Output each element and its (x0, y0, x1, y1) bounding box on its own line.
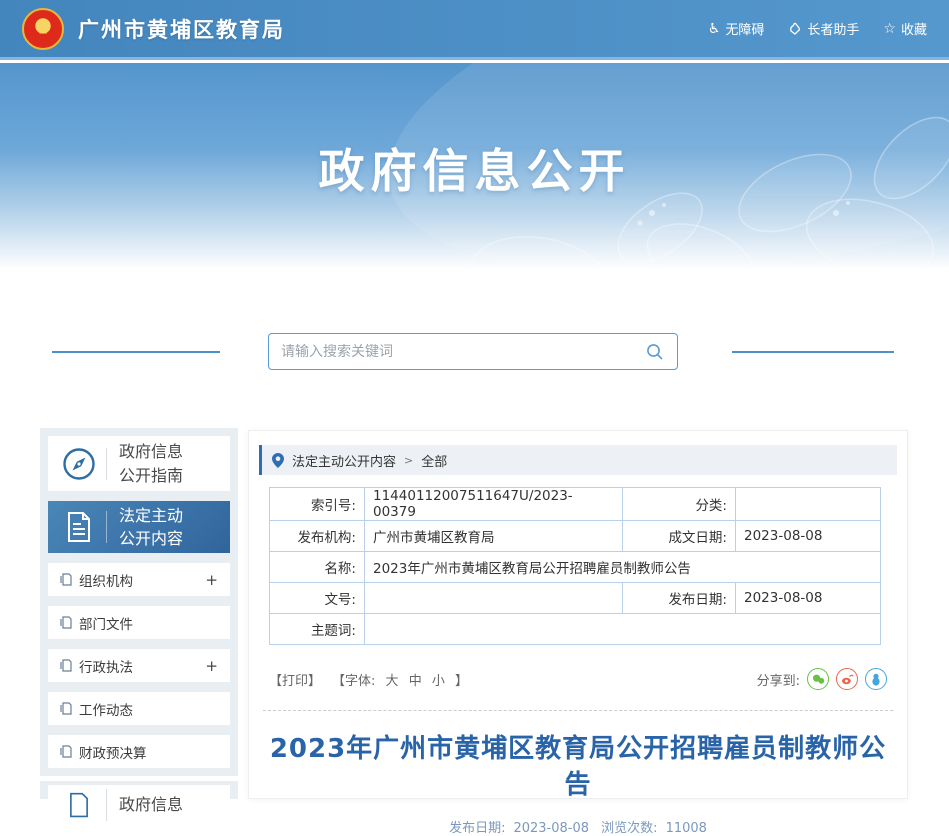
page-banner: 政府信息公开 (0, 63, 949, 270)
magnifier-icon[interactable] (645, 342, 665, 362)
sidebar-item-partial-label: 政府信息 (119, 795, 184, 815)
search-decoration-line-right (732, 351, 894, 353)
keywords-value (364, 613, 881, 645)
doc-name-value: 2023年广州市黄埔区教育局公开招聘雇员制教师公告 (364, 551, 881, 583)
search-bar (268, 333, 678, 370)
favorite-link[interactable]: ☆ 收藏 (883, 19, 927, 39)
favorite-label: 收藏 (900, 23, 927, 38)
publisher-label: 发布机构: (269, 520, 365, 552)
search-decoration-line-left (52, 351, 220, 353)
star-icon: ☆ (883, 20, 896, 37)
doc-number-label: 文号: (269, 582, 365, 614)
print-button[interactable]: 【打印】 (269, 670, 321, 689)
written-date-label: 成文日期: (622, 520, 736, 552)
article-views-label: 浏览次数: (601, 820, 658, 836)
font-label: 【字体: (332, 673, 376, 689)
helping-hand-icon (788, 22, 802, 36)
sidebar-item-label: 财政预决算 (79, 745, 147, 762)
doc-name-label: 名称: (269, 551, 365, 583)
article-publish-date: 2023-08-08 (513, 820, 590, 836)
sidebar-item-partial[interactable]: 政府信息 (48, 785, 230, 825)
font-label-close: 】 (455, 673, 469, 689)
site-title: 广州市黄埔区教育局 (78, 17, 285, 42)
article-publish-date-label: 发布日期: (449, 820, 506, 836)
sidebar-item-law-enforcement[interactable]: 行政执法 + (48, 649, 230, 682)
header-nav: ♿ 无障碍 长者助手 ☆ 收藏 (707, 19, 927, 39)
content-card: 法定主动公开内容 > 全部 索引号: 11440112007511647U/20… (248, 430, 908, 836)
sidebar-item-label: 行政执法 (79, 659, 133, 676)
dashed-divider (263, 710, 893, 711)
index-number-value: 11440112007511647U/2023-00379 (364, 487, 623, 521)
sidebar-item-label: 工作动态 (79, 702, 133, 719)
page-icon (60, 702, 72, 715)
publish-date-value: 2023-08-08 (735, 582, 881, 614)
table-row: 主题词: (269, 613, 881, 645)
index-number-label: 索引号: (269, 487, 365, 521)
page-icon (60, 745, 72, 758)
elder-helper-label: 长者助手 (807, 23, 860, 38)
wheelchair-icon: ♿ (707, 20, 721, 37)
page-title: 政府信息公开 (318, 144, 631, 198)
table-row: 文号: 发布日期: 2023-08-08 (269, 582, 881, 614)
sidebar-item-organization[interactable]: 组织机构 + (48, 563, 230, 596)
accessibility-link[interactable]: ♿ 无障碍 (707, 19, 765, 39)
font-large-button[interactable]: 大 (386, 674, 399, 689)
article-meta: 发布日期: 2023-08-08 浏览次数: 11008 (249, 817, 907, 836)
publisher-value: 广州市黄埔区教育局 (364, 520, 623, 552)
divider (106, 789, 107, 821)
elder-helper-link[interactable]: 长者助手 (788, 19, 859, 38)
divider (106, 511, 107, 543)
page-icon (60, 659, 72, 672)
sidebar-item-label: 组织机构 (79, 573, 133, 590)
sidebar-item-guide[interactable]: 政府信息 公开指南 (48, 436, 230, 491)
weibo-icon[interactable] (836, 668, 858, 690)
share-bar: 分享到: (757, 668, 887, 690)
sidebar: 政府信息 公开指南 法定主动 公开内容 组织机构 + 部门文件 行政执法 + 工… (40, 428, 238, 776)
breadcrumb-separator: > (404, 453, 414, 467)
doc-number-value (364, 582, 623, 614)
breadcrumb: 法定主动公开内容 > 全部 (259, 445, 897, 475)
category-label: 分类: (622, 487, 736, 521)
top-header: ★ 广州市黄埔区教育局 ♿ 无障碍 长者助手 ☆ 收藏 (0, 0, 949, 60)
category-value (735, 487, 881, 521)
table-row: 发布机构: 广州市黄埔区教育局 成文日期: 2023-08-08 (269, 520, 881, 552)
sidebar-item-label: 部门文件 (79, 616, 133, 633)
document-pen-icon (60, 792, 98, 818)
compass-icon (60, 447, 98, 481)
wechat-icon[interactable] (807, 668, 829, 690)
font-size-controls: 【字体: 大 中 小 】 (329, 670, 471, 689)
article-title: 2023年广州市黄埔区教育局公开招聘雇员制教师公告 (269, 734, 887, 801)
publish-date-label: 发布日期: (622, 582, 736, 614)
article-views: 11008 (665, 820, 707, 836)
search-input[interactable] (281, 343, 645, 360)
sidebar-next-section: 政府信息 (40, 781, 238, 825)
divider (106, 447, 107, 480)
article-toolbar: 【打印】 【字体: 大 中 小 】 分享到: (269, 668, 887, 690)
share-label: 分享到: (756, 673, 800, 689)
sidebar-item-statutory[interactable]: 法定主动 公开内容 (48, 501, 230, 553)
breadcrumb-root-link[interactable]: 法定主动公开内容 (292, 451, 396, 470)
location-pin-icon (272, 452, 284, 468)
document-icon (60, 511, 98, 543)
table-row: 索引号: 11440112007511647U/2023-00379 分类: (269, 487, 881, 521)
expand-plus-icon[interactable]: + (205, 571, 218, 589)
qq-icon[interactable] (865, 668, 887, 690)
sidebar-item-work-updates[interactable]: 工作动态 (48, 692, 230, 725)
written-date-value: 2023-08-08 (735, 520, 881, 552)
page-icon (60, 616, 72, 629)
national-emblem-logo[interactable]: ★ (22, 7, 64, 50)
breadcrumb-current[interactable]: 全部 (421, 451, 447, 470)
accessibility-label: 无障碍 (725, 23, 765, 38)
page-icon (60, 573, 72, 586)
font-small-button[interactable]: 小 (432, 674, 445, 689)
table-row: 名称: 2023年广州市黄埔区教育局公开招聘雇员制教师公告 (269, 551, 881, 583)
font-medium-button[interactable]: 中 (409, 674, 422, 689)
sidebar-item-department-docs[interactable]: 部门文件 (48, 606, 230, 639)
sidebar-item-statutory-label: 法定主动 公开内容 (119, 505, 184, 548)
document-meta-table: 索引号: 11440112007511647U/2023-00379 分类: 发… (269, 487, 881, 645)
keywords-label: 主题词: (269, 613, 365, 645)
sidebar-item-guide-label: 政府信息 公开指南 (119, 442, 184, 485)
expand-plus-icon[interactable]: + (205, 657, 218, 675)
sidebar-item-fiscal-budget[interactable]: 财政预决算 (48, 735, 230, 768)
